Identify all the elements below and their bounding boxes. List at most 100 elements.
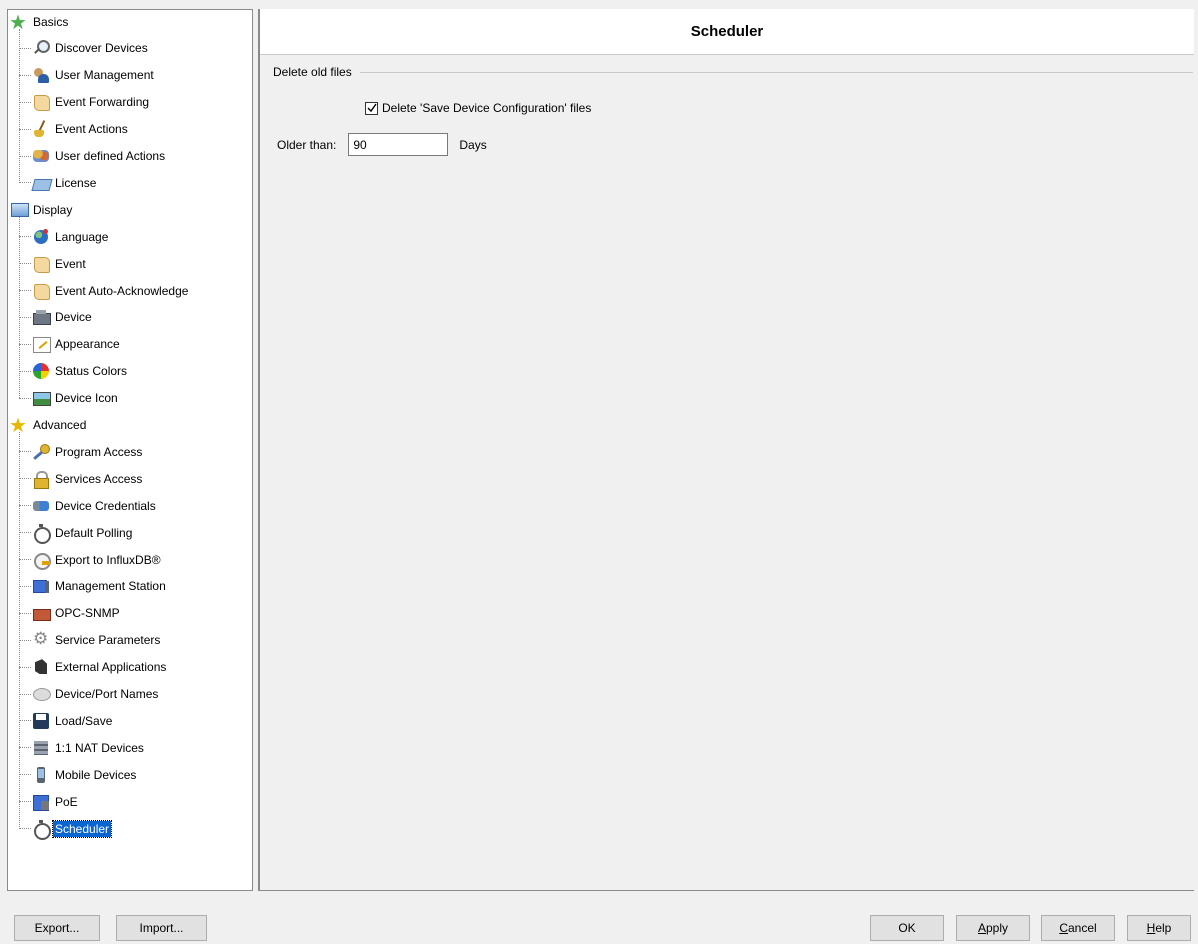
import-button[interactable]: Import... bbox=[116, 915, 207, 941]
tree-item-management-station[interactable]: Management Station bbox=[32, 573, 168, 600]
group-title-label: Delete old files bbox=[273, 65, 352, 79]
tree-connector bbox=[19, 47, 31, 49]
tree-item-label: Event Forwarding bbox=[55, 95, 150, 110]
page-title: Scheduler bbox=[260, 9, 1194, 55]
users-icon bbox=[32, 66, 50, 84]
tree-item-device-icon[interactable]: Device Icon bbox=[32, 385, 120, 412]
nat-icon bbox=[32, 739, 50, 757]
device-image-icon bbox=[32, 389, 51, 407]
tree-connector bbox=[19, 612, 31, 614]
license-icon bbox=[32, 174, 50, 192]
lock-icon bbox=[32, 470, 50, 489]
cancel-button[interactable]: Cancel bbox=[1041, 915, 1115, 941]
tree-connector-vertical bbox=[19, 217, 20, 399]
tree-connector bbox=[19, 559, 31, 560]
tree-item-user-management[interactable]: User Management bbox=[32, 62, 156, 89]
tree-item-discover-devices[interactable]: Discover Devices bbox=[32, 35, 150, 62]
older-than-input[interactable] bbox=[348, 133, 449, 156]
tree-connector bbox=[19, 155, 31, 157]
tree-item-label: Appearance bbox=[55, 337, 120, 352]
tree-item-1-1-nat-devices[interactable]: 1:1 NAT Devices bbox=[32, 734, 146, 761]
tree-item-label: Event Auto-Acknowledge bbox=[55, 283, 189, 298]
page-title-text: Scheduler bbox=[690, 23, 764, 40]
tree-item-device-port-names[interactable]: Device/Port Names bbox=[32, 681, 160, 708]
tree-item-label: External Applications bbox=[55, 660, 167, 675]
tree-item-scheduler[interactable]: Scheduler bbox=[32, 815, 113, 842]
stopwatch-icon bbox=[32, 523, 51, 544]
tree-item-event-forwarding[interactable]: Event Forwarding bbox=[32, 89, 151, 116]
tree-connector-vertical bbox=[19, 432, 20, 829]
tree-connector bbox=[19, 236, 31, 238]
tree-item-label: Scheduler bbox=[51, 819, 113, 838]
tree-connector bbox=[19, 101, 31, 103]
tree-item-label: Mobile Devices bbox=[55, 767, 137, 782]
tree-connector bbox=[19, 532, 31, 534]
tree-connector bbox=[19, 720, 31, 722]
apply-button[interactable]: Apply bbox=[956, 915, 1030, 941]
tree-item-label: OPC-SNMP bbox=[55, 606, 120, 621]
opc-icon bbox=[32, 604, 51, 622]
tree-item-label: License bbox=[55, 175, 97, 190]
tree-item-mobile-devices[interactable]: Mobile Devices bbox=[32, 761, 138, 788]
export-button[interactable]: Export... bbox=[14, 915, 100, 941]
tree-item-services-access[interactable]: Services Access bbox=[32, 465, 144, 492]
scroll-icon bbox=[32, 93, 50, 112]
tree-category-label: Display bbox=[33, 202, 73, 217]
tree-item-label: 1:1 NAT Devices bbox=[55, 740, 144, 755]
tree-item-device-credentials[interactable]: Device Credentials bbox=[32, 492, 158, 519]
tree-category-advanced[interactable]: Advanced bbox=[9, 412, 88, 439]
ok-button[interactable]: OK bbox=[870, 915, 944, 941]
tree-item-label: Service Parameters bbox=[55, 633, 161, 648]
tree-connector bbox=[19, 451, 31, 453]
tree-item-user-defined-actions[interactable]: User defined Actions bbox=[32, 143, 167, 170]
tree-item-default-polling[interactable]: Default Polling bbox=[32, 519, 134, 546]
mobile-icon bbox=[32, 766, 50, 784]
tree-item-label: Load/Save bbox=[55, 713, 113, 728]
monitor-icon bbox=[10, 201, 29, 219]
older-than-label: Older than: bbox=[277, 137, 337, 152]
group-delete-old-files: Delete old files bbox=[273, 65, 1193, 79]
scroll-icon bbox=[32, 255, 50, 273]
tree-item-device[interactable]: Device bbox=[32, 304, 94, 331]
appearance-icon bbox=[32, 335, 51, 354]
tree-item-event-actions[interactable]: Event Actions bbox=[32, 116, 130, 143]
tree-item-label: User defined Actions bbox=[55, 149, 166, 163]
tree-connector bbox=[19, 747, 31, 749]
tree-item-license[interactable]: License bbox=[32, 169, 98, 196]
delete-files-checkbox[interactable] bbox=[365, 101, 378, 115]
tree-connector-vertical bbox=[19, 28, 20, 184]
tree-connector bbox=[19, 478, 31, 480]
tree-item-label: Export to InfluxDB® bbox=[55, 552, 161, 567]
tree-item-poe[interactable]: PoE bbox=[32, 788, 80, 815]
tree-item-opc-snmp[interactable]: OPC-SNMP bbox=[32, 600, 122, 627]
tree-connector bbox=[19, 370, 31, 372]
green-star-icon bbox=[9, 10, 28, 35]
gears-icon bbox=[32, 629, 50, 649]
export-icon bbox=[32, 551, 51, 570]
scroll-icon bbox=[32, 282, 50, 300]
floppy-disk-icon bbox=[32, 712, 50, 730]
help-button[interactable]: Help bbox=[1127, 915, 1191, 941]
external-app-icon bbox=[32, 658, 50, 676]
tree-item-language[interactable]: Language bbox=[32, 223, 110, 250]
speech-bubble-icon bbox=[32, 685, 51, 703]
tree-item-program-access[interactable]: Program Access bbox=[32, 438, 144, 465]
tree-item-export-to-influxdb[interactable]: Export to InfluxDB® bbox=[32, 546, 163, 573]
tree-connector bbox=[19, 74, 31, 76]
tree-category-label: Advanced bbox=[33, 418, 87, 432]
delete-files-option[interactable]: Delete 'Save Device Configuration' files bbox=[365, 101, 591, 115]
tree-connector bbox=[19, 290, 31, 291]
tree-item-event[interactable]: Event bbox=[32, 250, 88, 277]
tree-item-label: PoE bbox=[55, 794, 78, 809]
tree-item-appearance[interactable]: Appearance bbox=[32, 331, 122, 358]
tree-item-service-parameters[interactable]: Service Parameters bbox=[32, 627, 162, 654]
tree-connector bbox=[19, 316, 31, 318]
checkmark-icon bbox=[367, 103, 377, 113]
tree-item-external-applications[interactable]: External Applications bbox=[32, 654, 168, 681]
tree-item-load-save[interactable]: Load/Save bbox=[32, 707, 114, 734]
station-icon bbox=[32, 577, 50, 595]
tree-connector bbox=[19, 828, 31, 829]
tree-item-event-auto-acknowledge[interactable]: Event Auto-Acknowledge bbox=[32, 277, 190, 304]
tree-item-status-colors[interactable]: Status Colors bbox=[32, 358, 129, 385]
tree-item-label: Event bbox=[55, 256, 86, 271]
